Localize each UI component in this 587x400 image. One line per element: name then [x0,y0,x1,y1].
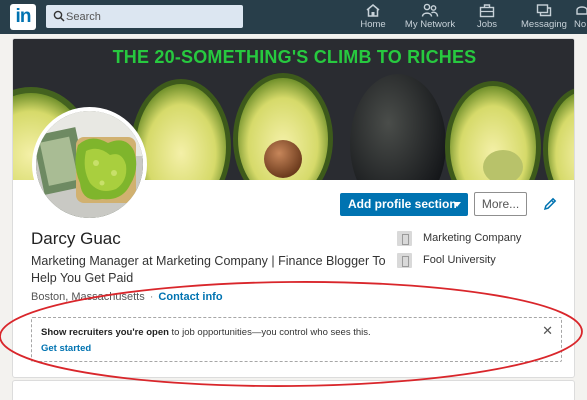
nav-label-messaging: Messaging [521,19,567,30]
pencil-edit-icon[interactable] [542,196,558,212]
notice-message-rest: to job opportunities—you control who see… [168,327,371,338]
search-input[interactable] [66,6,236,27]
nav-item-messaging[interactable]: Messaging [520,2,568,32]
notice-message-bold: Show recruiters you're open [41,327,169,338]
search-icon [53,10,65,22]
network-icon [421,3,439,17]
nav-item-jobs[interactable]: Jobs [474,2,500,32]
add-profile-section-button[interactable]: Add profile section [340,193,468,216]
bell-icon [576,6,587,15]
open-to-opportunities-notice: Show recruiters you're open to job oppor… [31,317,562,362]
avocado-toast-photo [36,111,143,218]
search-box[interactable] [46,5,243,28]
next-card [12,380,575,400]
top-nav-bar: in Home My Network Jobs [0,0,587,34]
profile-location: Boston, Massachusetts [31,291,145,303]
profile-card: THE 20-SOMETHING'S CLIMB TO RICHES Add p… [12,38,575,378]
add-profile-section-label: Add profile section [348,197,457,211]
company-name: Marketing Company [423,232,522,244]
company-logo-icon [397,231,412,246]
school-name: Fool University [423,254,496,266]
briefcase-icon [479,4,495,18]
profile-headline: Marketing Manager at Marketing Company |… [31,254,386,285]
get-started-link[interactable]: Get started [41,343,91,354]
nav-label-notifications: No [574,19,587,30]
contact-info-link[interactable]: Contact info [158,291,222,303]
nav-item-home[interactable]: Home [358,2,388,32]
notice-message: Show recruiters you're open to job oppor… [41,327,371,338]
nav-item-my-network[interactable]: My Network [402,2,458,32]
more-button[interactable]: More... [474,192,527,216]
nav-label-jobs: Jobs [476,19,498,30]
nav-label-home: Home [360,19,386,30]
messaging-icon [536,4,552,17]
linkedin-logo[interactable]: in [10,4,36,30]
banner-title: THE 20-SOMETHING'S CLIMB TO RICHES [112,47,477,67]
location-row: Boston, Massachusetts · Contact info [31,291,223,303]
chevron-down-icon [453,202,461,207]
nav-item-notifications[interactable]: No [574,2,587,32]
nav-label-my-network: My Network [404,19,456,30]
home-icon [366,4,380,17]
profile-avatar[interactable] [32,107,147,222]
profile-name: Darcy Guac [31,229,121,248]
school-logo-icon [397,253,412,268]
close-icon[interactable]: ✕ [542,323,553,339]
